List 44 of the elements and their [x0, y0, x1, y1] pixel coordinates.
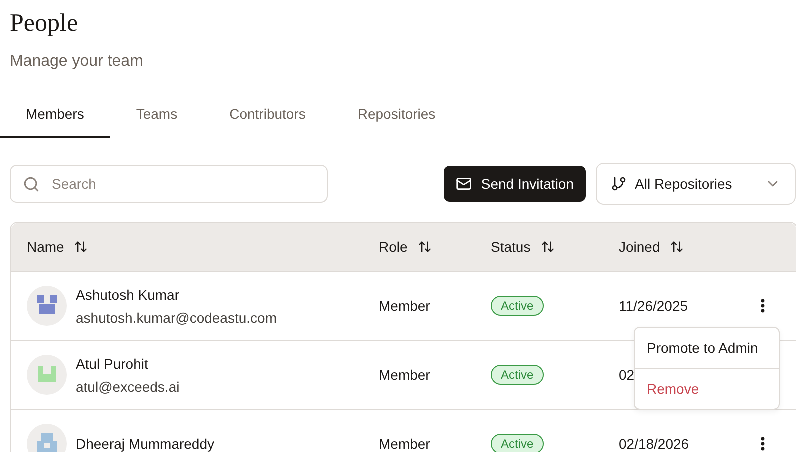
branch-icon — [611, 176, 627, 192]
search-field[interactable]: Search — [10, 165, 328, 203]
envelope-icon — [456, 176, 472, 192]
sort-icon[interactable] — [670, 240, 684, 254]
role-cell: Member — [379, 298, 430, 314]
more-options-button[interactable] — [759, 435, 767, 452]
column-header[interactable]: Joined — [619, 239, 660, 255]
column-header[interactable]: Role — [379, 239, 408, 255]
member-name: Dheeraj Mummareddy — [76, 435, 214, 452]
search-icon — [23, 176, 40, 192]
tab[interactable]: Repositories — [332, 96, 462, 138]
status-badge: Active — [491, 296, 544, 316]
joined-date: 02/18/2026 — [619, 436, 690, 452]
vertical-dots-icon — [761, 437, 765, 451]
status-badge: Active — [491, 365, 544, 385]
role-cell: Member — [379, 436, 430, 452]
column-header[interactable]: Status — [491, 239, 531, 255]
repository-dropdown[interactable]: All Repositories — [596, 163, 796, 205]
column-header[interactable]: Name — [27, 239, 64, 255]
status-badge: Active — [491, 434, 544, 452]
sort-icon[interactable] — [418, 240, 432, 254]
avatar-icon — [27, 355, 67, 395]
tab[interactable]: Teams — [110, 96, 204, 138]
sort-icon[interactable] — [74, 240, 88, 254]
member-email: atul@exceeds.ai — [76, 379, 180, 395]
avatar-icon — [27, 424, 67, 452]
role-cell: Member — [379, 367, 430, 383]
search-placeholder: Search — [52, 176, 96, 192]
member-name: Atul Purohit — [76, 355, 150, 373]
vertical-dots-icon — [761, 299, 765, 313]
member-name: Ashutosh Kumar — [76, 286, 180, 304]
tab[interactable]: Members — [0, 96, 110, 138]
sort-icon[interactable] — [540, 240, 555, 254]
page-title: People — [10, 9, 80, 39]
send-invitation-button[interactable]: Send Invitation — [444, 166, 586, 202]
joined-date: 11/26/2025 — [619, 298, 688, 314]
tab[interactable]: Contributors — [204, 96, 332, 138]
avatar-icon — [27, 286, 67, 326]
joined-date: 02 — [619, 367, 635, 383]
more-options-button[interactable] — [759, 297, 767, 315]
page-subtitle: Manage your team — [10, 52, 144, 72]
menu-item[interactable]: Remove — [635, 368, 779, 409]
member-email: ashutosh.kumar@codeastu.com — [76, 310, 277, 326]
menu-item[interactable]: Promote to Admin — [635, 328, 779, 368]
